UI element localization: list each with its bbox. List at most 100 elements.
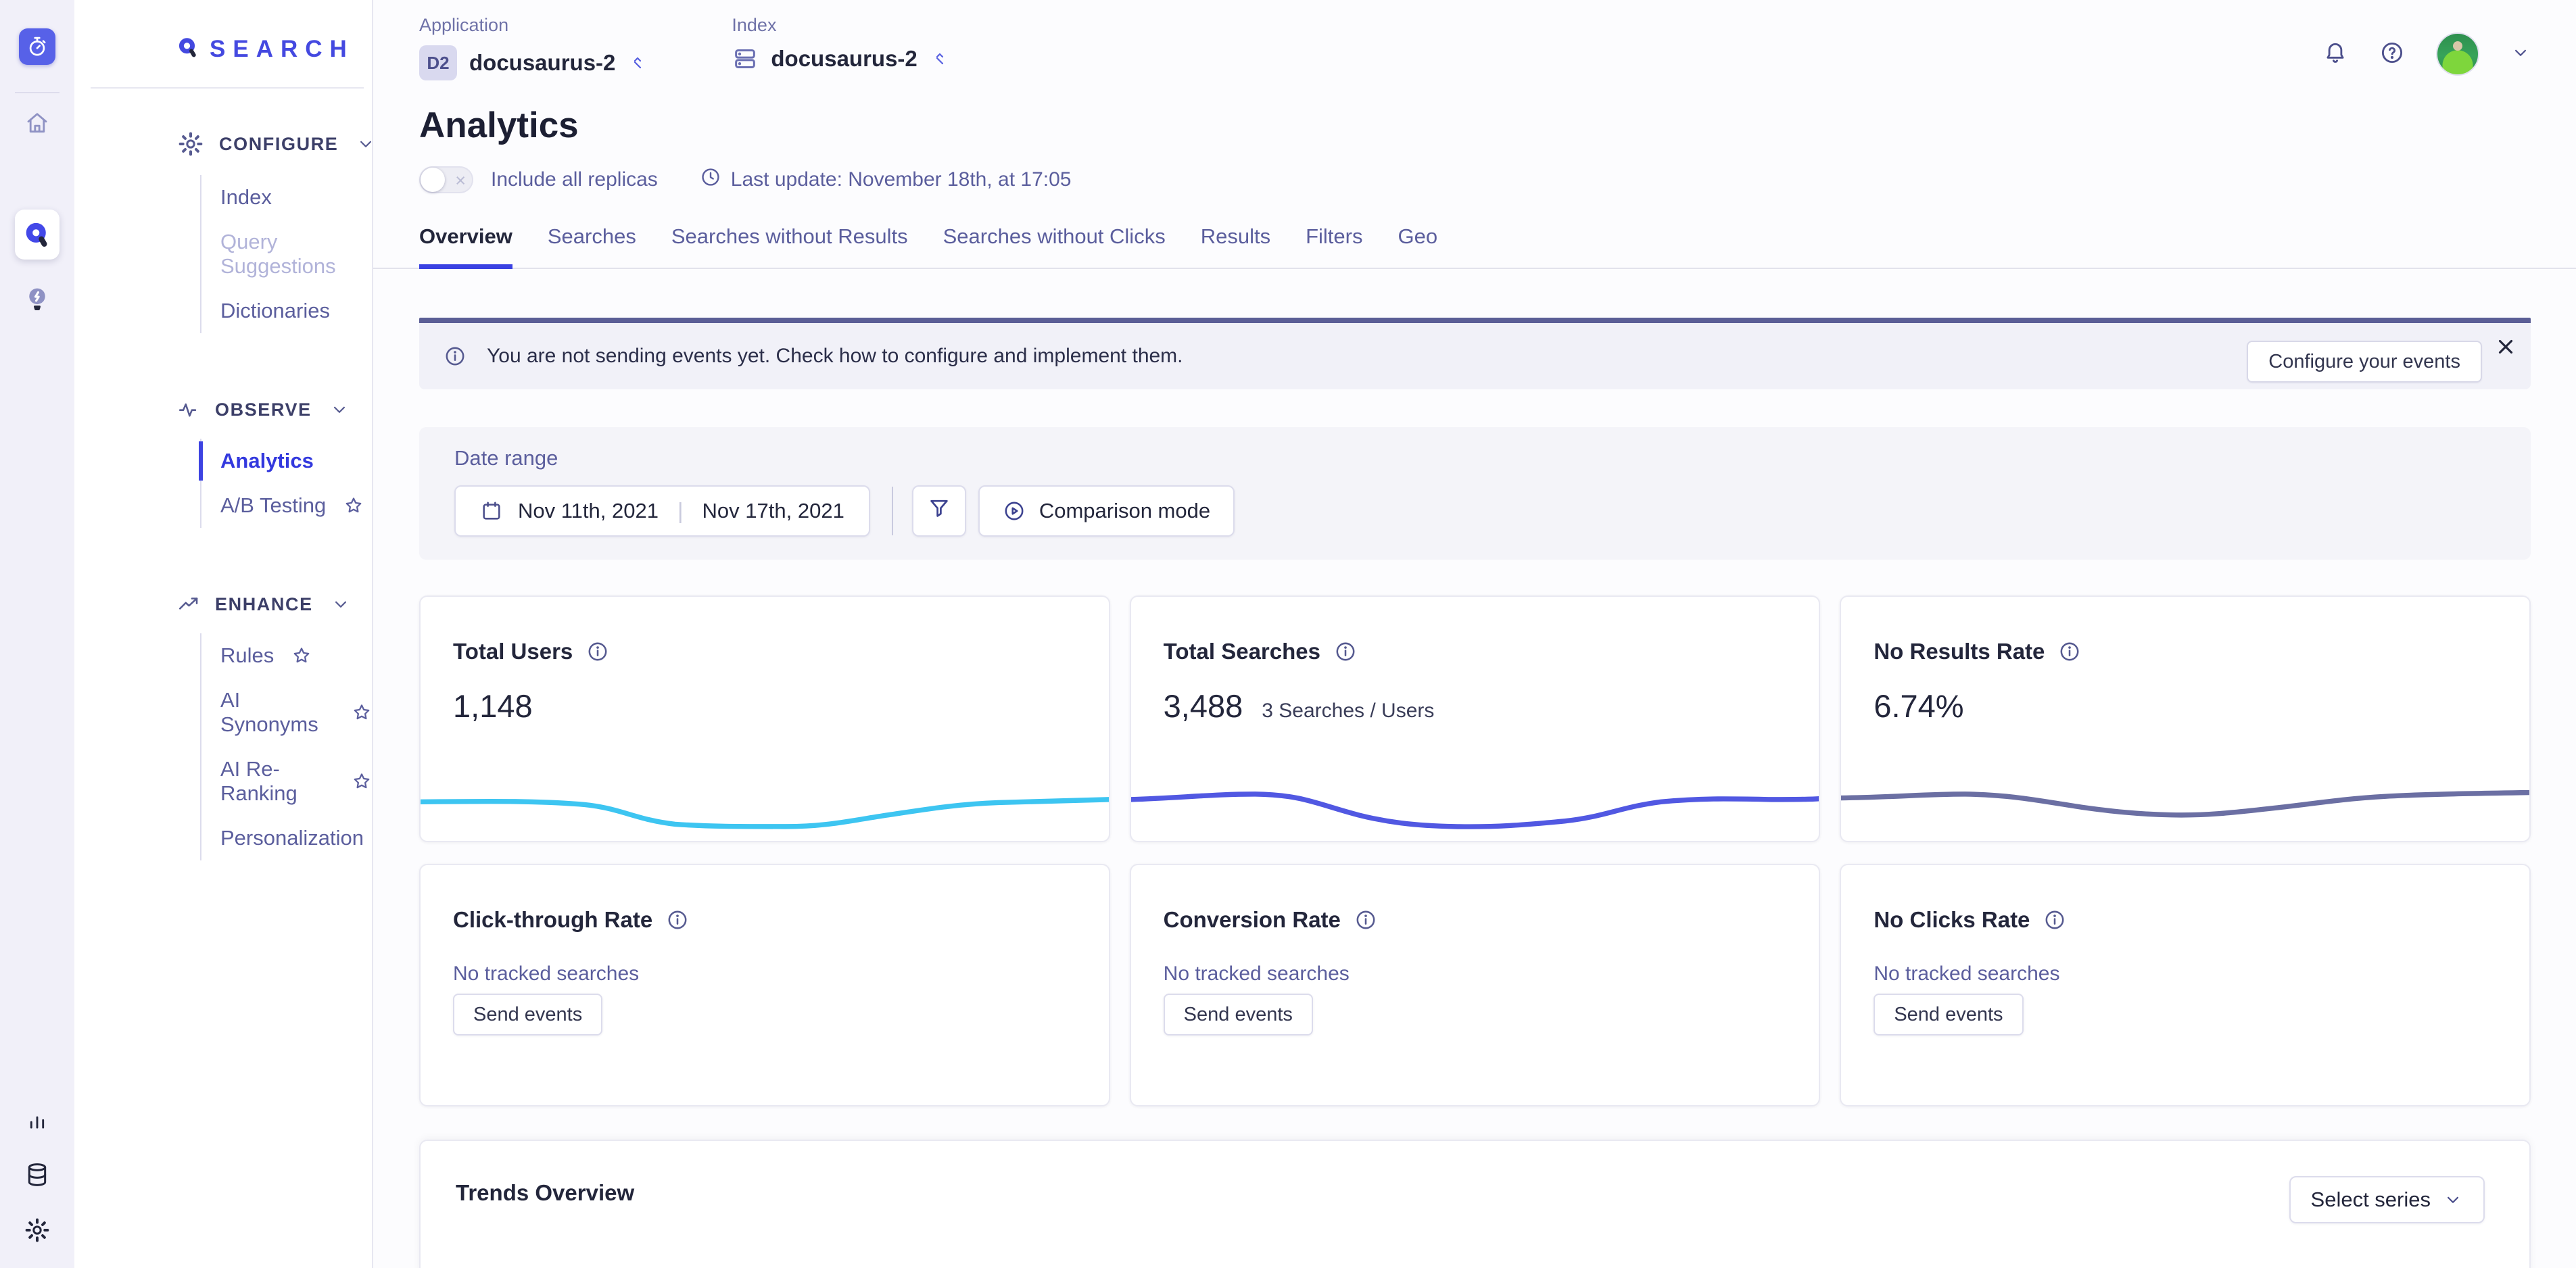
sidebar-item-label: Analytics bbox=[220, 449, 314, 473]
configure-events-button[interactable]: Configure your events bbox=[2247, 341, 2482, 383]
sidebar-section-header-enhance[interactable]: ENHANCE bbox=[74, 593, 372, 616]
info-icon[interactable] bbox=[586, 640, 609, 663]
search-logo[interactable]: SEARCH bbox=[74, 0, 372, 63]
tab-filters[interactable]: Filters bbox=[1306, 224, 1362, 268]
sort-arrows-icon bbox=[627, 53, 648, 73]
trending-icon bbox=[177, 593, 200, 616]
metric-card-click-through-rate: Click-through RateNo tracked searchesSen… bbox=[419, 864, 1110, 1106]
help-icon bbox=[2379, 40, 2405, 69]
date-separator: | bbox=[677, 498, 684, 524]
no-tracked-searches-text: No tracked searches bbox=[1131, 933, 1819, 985]
funnel-icon bbox=[927, 496, 951, 526]
sidebar-item-index[interactable]: Index bbox=[201, 175, 372, 220]
application-value: docusaurus-2 bbox=[469, 50, 615, 76]
rail-recommend-button[interactable] bbox=[16, 277, 59, 320]
include-replicas-label: Include all replicas bbox=[491, 168, 658, 191]
sidebar-nav: CONFIGURE Index Query Suggestions Dictionar… bbox=[74, 89, 372, 860]
sidebar-item-label: Rules bbox=[220, 643, 274, 668]
main-content: Application D2 docusaurus-2 Index docusa… bbox=[373, 0, 2576, 1268]
tab-overview[interactable]: Overview bbox=[419, 224, 512, 268]
info-icon[interactable] bbox=[2043, 908, 2066, 931]
app-rail bbox=[0, 0, 74, 1268]
star-icon[interactable] bbox=[343, 495, 364, 516]
tab-searches-without-clicks[interactable]: Searches without Clicks bbox=[943, 224, 1166, 268]
rail-data-button[interactable] bbox=[24, 1161, 51, 1188]
sidebar-item-ai-synonyms[interactable]: AI Synonyms bbox=[201, 678, 372, 747]
info-icon[interactable] bbox=[1334, 640, 1357, 663]
info-icon[interactable] bbox=[1354, 908, 1377, 931]
metric-card-conversion-rate: Conversion RateNo tracked searchesSend e… bbox=[1130, 864, 1821, 1106]
rail-search-button[interactable] bbox=[15, 210, 59, 260]
tab-searches-without-results[interactable]: Searches without Results bbox=[671, 224, 908, 268]
top-bar: Application D2 docusaurus-2 Index docusa… bbox=[373, 0, 2576, 80]
analytics-tabs: Overview Searches Searches without Results… bbox=[373, 224, 2576, 269]
sidebar-item-ai-re-ranking[interactable]: AI Re-Ranking bbox=[201, 747, 372, 816]
star-icon[interactable] bbox=[352, 702, 372, 723]
select-series-button[interactable]: Select series bbox=[2289, 1176, 2485, 1223]
filters-button[interactable] bbox=[912, 485, 966, 537]
page-title: Analytics bbox=[373, 105, 2576, 146]
close-icon[interactable] bbox=[2494, 335, 2517, 358]
sidebar-item-a-b-testing[interactable]: A/B Testing bbox=[201, 483, 372, 528]
sidebar-item-query-suggestions[interactable]: Query Suggestions bbox=[201, 220, 372, 289]
help-button[interactable] bbox=[2379, 40, 2405, 69]
send-events-button[interactable]: Send events bbox=[1164, 994, 1313, 1035]
algolia-app-icon[interactable] bbox=[19, 28, 55, 65]
metric-value: 1,148 bbox=[453, 687, 533, 725]
replicas-toggle-row: × Include all replicas Last update: Nove… bbox=[373, 166, 2576, 193]
tab-results[interactable]: Results bbox=[1201, 224, 1270, 268]
lightbulb-icon bbox=[22, 284, 52, 314]
sparkline-chart bbox=[421, 779, 1109, 833]
application-label: Application bbox=[419, 15, 648, 36]
sort-arrows-icon bbox=[930, 49, 950, 69]
sidebar-item-label: AI Re-Ranking bbox=[220, 757, 334, 806]
sidebar-item-label: Query Suggestions bbox=[220, 230, 372, 278]
sidebar-item-rules[interactable]: Rules bbox=[201, 633, 372, 678]
info-icon[interactable] bbox=[2058, 640, 2081, 663]
info-icon[interactable] bbox=[666, 908, 689, 931]
rail-home-button[interactable] bbox=[16, 101, 59, 145]
metric-title: No Results Rate bbox=[1874, 639, 2045, 664]
sidebar-section-configure: CONFIGURE Index Query Suggestions Dictionar… bbox=[74, 130, 372, 333]
sidebar-item-personalization[interactable]: Personalization bbox=[201, 816, 372, 860]
database-icon bbox=[24, 1161, 51, 1188]
user-avatar[interactable] bbox=[2436, 32, 2479, 76]
sidebar-section-header-configure[interactable]: CONFIGURE bbox=[74, 130, 372, 157]
metric-title: Click-through Rate bbox=[453, 907, 652, 933]
send-events-button[interactable]: Send events bbox=[453, 994, 602, 1035]
application-badge: D2 bbox=[419, 45, 457, 80]
comparison-mode-button[interactable]: Comparison mode bbox=[978, 485, 1235, 537]
date-range-picker[interactable]: Nov 11th, 2021 | Nov 17th, 2021 bbox=[454, 485, 870, 537]
home-icon bbox=[24, 110, 50, 136]
rail-monitoring-button[interactable] bbox=[24, 1107, 50, 1133]
date-start: Nov 11th, 2021 bbox=[518, 499, 659, 523]
select-series-label: Select series bbox=[2311, 1188, 2431, 1212]
calendar-icon bbox=[480, 499, 503, 522]
notifications-button[interactable] bbox=[2322, 40, 2348, 69]
sidebar-item-analytics[interactable]: Analytics bbox=[201, 439, 372, 483]
sidebar-section-header-observe[interactable]: OBSERVE bbox=[74, 398, 372, 421]
sidebar-item-dictionaries[interactable]: Dictionaries bbox=[201, 289, 372, 333]
account-menu-button[interactable] bbox=[2510, 43, 2531, 66]
metric-card-no-clicks-rate: No Clicks RateNo tracked searchesSend ev… bbox=[1840, 864, 2531, 1106]
date-range-label: Date range bbox=[454, 446, 2531, 470]
chevron-down-icon bbox=[331, 594, 351, 614]
star-icon[interactable] bbox=[352, 771, 372, 791]
section-label: OBSERVE bbox=[215, 399, 312, 420]
star-icon[interactable] bbox=[291, 645, 312, 666]
tab-geo[interactable]: Geo bbox=[1398, 224, 1437, 268]
events-banner: You are not sending events yet. Check ho… bbox=[419, 318, 2531, 389]
tab-searches[interactable]: Searches bbox=[548, 224, 636, 268]
application-selector[interactable]: Application D2 docusaurus-2 bbox=[419, 15, 648, 80]
metric-value: 6.74% bbox=[1874, 687, 1963, 725]
banner-message: You are not sending events yet. Check ho… bbox=[487, 345, 1183, 368]
metric-title: No Clicks Rate bbox=[1874, 907, 2030, 933]
sidebar-section-observe: OBSERVE Analytics A/B Testing bbox=[74, 398, 372, 528]
send-events-button[interactable]: Send events bbox=[1874, 994, 2023, 1035]
include-replicas-toggle[interactable]: × bbox=[419, 166, 473, 193]
sidebar-item-label: Index bbox=[220, 185, 272, 210]
search-logo-text: SEARCH bbox=[210, 36, 354, 63]
metric-value: 3,488 bbox=[1164, 687, 1243, 725]
rail-settings-button[interactable] bbox=[24, 1217, 51, 1244]
index-selector[interactable]: Index docusaurus-2 bbox=[732, 15, 949, 80]
